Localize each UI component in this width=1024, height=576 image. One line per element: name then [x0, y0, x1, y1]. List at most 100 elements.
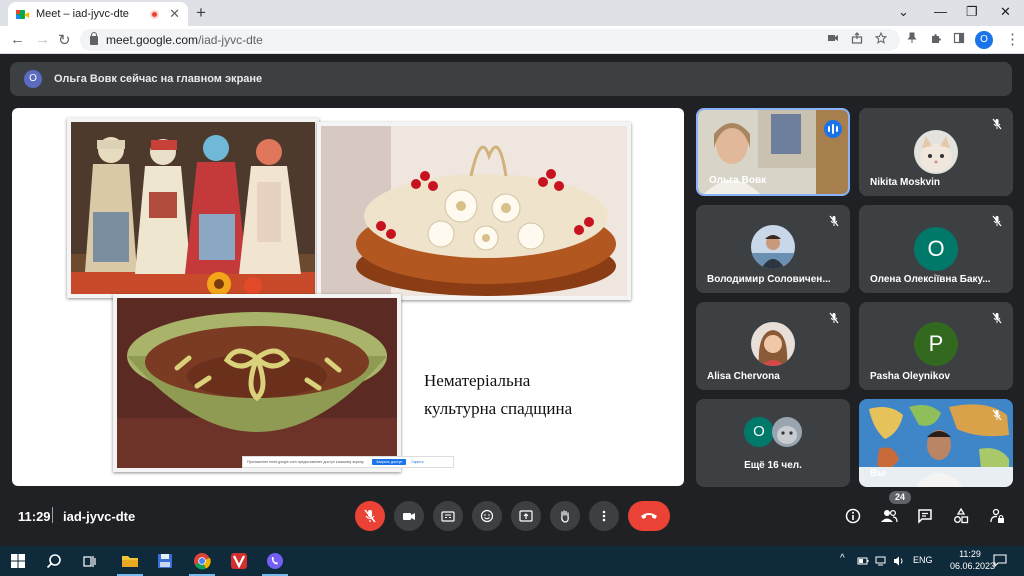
notifications-icon[interactable] — [993, 553, 1007, 567]
bookmark-star-icon[interactable] — [875, 32, 887, 44]
viber-icon[interactable] — [265, 551, 285, 571]
microphone-muted-icon — [992, 215, 1002, 227]
meeting-clock: 11:29 — [18, 509, 51, 524]
video-camera-icon — [403, 513, 415, 520]
hide-notice-link[interactable]: Скрыть — [411, 460, 423, 464]
participant-tile-olena[interactable]: О Олена Олексіївна Баку... — [859, 205, 1013, 293]
camera-in-use-icon[interactable] — [827, 32, 839, 44]
people-button[interactable] — [879, 506, 899, 526]
extensions-puzzle-icon[interactable] — [930, 32, 942, 44]
chat-button[interactable] — [915, 506, 935, 526]
vivaldi-red-icon[interactable] — [229, 551, 249, 571]
meeting-details-button[interactable] — [843, 506, 863, 526]
host-controls-button[interactable] — [987, 506, 1007, 526]
tab-search-icon[interactable]: ⌄ — [898, 4, 909, 20]
battery-icon[interactable] — [857, 555, 869, 567]
camera-toggle-button[interactable] — [394, 501, 424, 531]
pin-extension-icon[interactable] — [906, 32, 918, 44]
save-floppy-icon[interactable] — [155, 551, 175, 571]
network-icon[interactable] — [875, 555, 887, 567]
windows-start-icon[interactable] — [8, 551, 28, 571]
more-options-button[interactable] — [589, 501, 619, 531]
tab-title: Meet – iad-jyvc-dte — [36, 8, 129, 20]
more-vert-icon — [602, 510, 606, 522]
raise-hand-button[interactable] — [550, 501, 580, 531]
microphone-muted-icon — [992, 409, 1002, 421]
recording-indicator-icon — [150, 9, 160, 19]
participant-tile-nikita-moskvin[interactable]: Nikita Moskvin — [859, 108, 1013, 196]
participant-tile-volodymyr[interactable]: Володимир Соловичен... — [696, 205, 850, 293]
more-participants-label: Ещё 16 чел. — [744, 460, 802, 471]
people-icon — [881, 509, 898, 523]
participant-avatar-cat-photo — [914, 130, 958, 174]
browser-tab[interactable]: Meet – iad-jyvc-dte ✕ — [8, 2, 188, 26]
slide-title: Нематеріальна культурна спадщина — [424, 367, 572, 423]
korovai-bread-photo — [317, 122, 631, 300]
minimize-button[interactable]: — — [934, 4, 947, 19]
profile-avatar[interactable]: O — [975, 31, 993, 49]
chrome-icon[interactable] — [192, 551, 212, 571]
leave-call-button[interactable] — [628, 501, 670, 531]
slide-title-line-1: Нематеріальна — [424, 371, 531, 390]
input-language[interactable]: ENG — [913, 555, 933, 565]
volume-icon[interactable] — [893, 555, 905, 567]
participant-name: Alisa Chervona — [707, 371, 780, 382]
participant-tile-pasha-oleynikov[interactable]: P Pasha Oleynikov — [859, 302, 1013, 390]
search-icon[interactable] — [44, 551, 64, 571]
side-panel-icon[interactable] — [953, 32, 965, 44]
lock-person-icon — [990, 508, 1004, 523]
participant-avatar: О — [744, 417, 774, 447]
raise-hand-icon — [561, 510, 569, 523]
microphone-muted-icon — [829, 312, 839, 324]
tab-close-icon[interactable]: ✕ — [169, 6, 180, 22]
address-bar-row: ← → ↻ meet.google.com/iad-jyvc-dte O ⋮ — [0, 26, 1024, 54]
participant-name: Вы — [870, 468, 886, 479]
maximize-button[interactable]: ❐ — [966, 4, 978, 20]
participant-name: Pasha Oleynikov — [870, 371, 951, 382]
file-explorer-icon[interactable] — [120, 551, 140, 571]
tray-chevron-up-icon[interactable]: ^ — [840, 553, 845, 564]
url-path: /iad-jyvc-dte — [198, 33, 263, 47]
taskbar-time: 11:29 — [959, 549, 981, 559]
new-tab-button[interactable]: + — [196, 3, 206, 23]
chat-icon — [918, 509, 932, 524]
ceramic-bowl-photo — [113, 294, 401, 472]
reactions-button[interactable] — [472, 501, 502, 531]
more-participants-tile[interactable]: О Ещё 16 чел. — [696, 399, 850, 487]
stop-sharing-button[interactable]: Закрыть доступ — [372, 459, 407, 465]
present-screen-button[interactable] — [511, 501, 541, 531]
participant-avatar: P — [914, 322, 958, 366]
microphone-toggle-button[interactable] — [355, 501, 385, 531]
microphone-off-icon — [364, 509, 376, 523]
close-window-button[interactable]: ✕ — [1000, 4, 1011, 20]
share-icon[interactable] — [851, 32, 863, 44]
divider — [52, 507, 53, 523]
present-screen-icon — [519, 510, 533, 522]
participant-name: Nikita Moskvin — [870, 177, 941, 188]
smiley-icon — [480, 509, 494, 523]
participant-avatar-photo — [751, 225, 795, 269]
back-arrow-icon[interactable]: ← — [10, 31, 25, 48]
forward-arrow-icon[interactable]: → — [35, 31, 50, 48]
participant-tile-olga-vovk[interactable]: Ольга Вовк — [696, 108, 850, 196]
microphone-muted-icon — [992, 118, 1002, 130]
people-count-badge: 24 — [889, 491, 911, 504]
url-input[interactable]: meet.google.com/iad-jyvc-dte — [80, 29, 900, 51]
slide-title-line-2: культурна спадщина — [424, 399, 573, 418]
browser-menu-icon[interactable]: ⋮ — [1005, 30, 1020, 48]
closed-captions-icon — [441, 511, 455, 522]
participant-name: Володимир Соловичен... — [707, 274, 831, 285]
share-notice-text: Приложение meet.google.com предоставляет… — [247, 460, 365, 464]
info-icon — [845, 508, 861, 524]
reload-icon[interactable]: ↻ — [58, 31, 71, 49]
task-view-icon[interactable] — [80, 551, 100, 571]
captions-button[interactable] — [433, 501, 463, 531]
microphone-muted-icon — [829, 215, 839, 227]
taskbar-date: 06.06.2023 — [950, 561, 996, 571]
speaking-indicator-icon — [824, 120, 842, 138]
activities-button[interactable] — [951, 506, 971, 526]
taskbar-clock[interactable]: 11:29 06.06.2023 — [950, 548, 996, 572]
participant-tile-alisa-chervona[interactable]: Alisa Chervona — [696, 302, 850, 390]
participant-avatar-photo — [772, 417, 802, 447]
self-view-tile[interactable]: Вы — [859, 399, 1013, 487]
